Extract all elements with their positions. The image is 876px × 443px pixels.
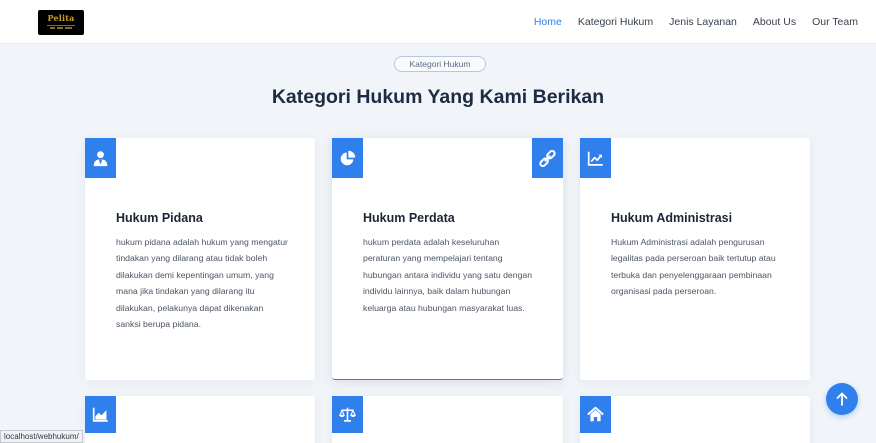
brand-logo-text: Pelita: [47, 13, 75, 23]
nav-menu: Home Kategori Hukum Jenis Layanan About …: [534, 16, 858, 30]
pie-chart-icon[interactable]: [332, 138, 363, 178]
balance-scale-icon[interactable]: [332, 396, 363, 433]
section-title: Kategori Hukum Yang Kami Berikan: [271, 86, 605, 108]
card-row2-3[interactable]: [580, 396, 810, 443]
card-hukum-administrasi[interactable]: Hukum Administrasi Hukum Administrasi ad…: [580, 138, 810, 380]
nav-item-our-team[interactable]: Our Team: [812, 16, 858, 30]
nav-item-kategori-hukum[interactable]: Kategori Hukum: [578, 16, 653, 30]
line-chart-icon-glyph: [587, 151, 603, 166]
pie-chart-icon-glyph: [340, 150, 356, 165]
home-icon[interactable]: [580, 396, 611, 433]
area-chart-icon-glyph: [92, 407, 108, 422]
card-hukum-perdata[interactable]: Hukum Perdata hukum perdata adalah kesel…: [332, 138, 563, 380]
card-title: Hukum Perdata: [363, 211, 455, 225]
card-description: hukum perdata adalah keseluruhan peratur…: [363, 237, 533, 313]
link-icon[interactable]: [532, 138, 563, 178]
card-title: Hukum Administrasi: [611, 211, 733, 225]
status-bar-url: localhost/webhukum/: [0, 430, 83, 443]
nav-item-home[interactable]: Home: [534, 16, 562, 30]
nav-item-about-us[interactable]: About Us: [753, 16, 796, 30]
brand-logo[interactable]: Pelita: [38, 10, 84, 35]
card-title: Hukum Pidana: [116, 211, 203, 225]
line-chart-icon[interactable]: [580, 138, 611, 178]
section-badge: Kategori Hukum: [394, 56, 486, 72]
link-icon-glyph: [539, 149, 556, 167]
card-hukum-pidana[interactable]: Hukum Pidana hukum pidana adalah hukum y…: [85, 138, 315, 380]
home-icon-glyph: [587, 406, 604, 422]
card-description: Hukum Administrasi adalah pengurusan leg…: [611, 237, 776, 297]
user-tie-icon[interactable]: [85, 138, 116, 178]
back-to-top-button[interactable]: [826, 383, 858, 415]
area-chart-icon[interactable]: [85, 396, 116, 433]
card-row2-1[interactable]: [85, 396, 315, 443]
navbar: Pelita Home Kategori Hukum Jenis Layanan…: [0, 0, 876, 44]
logo-tagline-marks: [38, 27, 84, 31]
card-row2-2[interactable]: [332, 396, 563, 443]
user-tie-icon-glyph: [93, 150, 108, 166]
nav-item-jenis-layanan[interactable]: Jenis Layanan: [669, 16, 737, 30]
card-description: hukum pidana adalah hukum yang mengatur …: [116, 237, 288, 330]
balance-scale-icon-glyph: [339, 407, 356, 422]
logo-divider: [47, 25, 75, 26]
arrow-up-icon: [836, 392, 848, 406]
